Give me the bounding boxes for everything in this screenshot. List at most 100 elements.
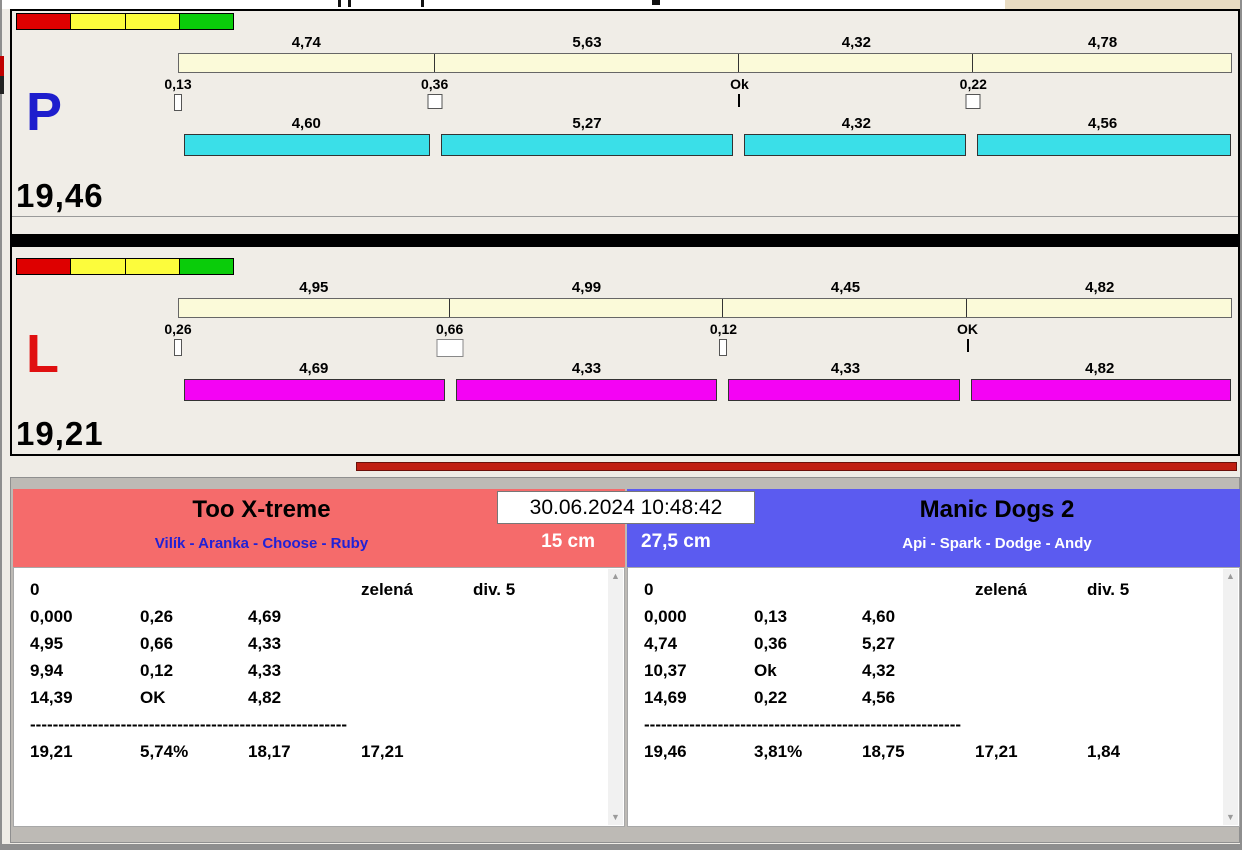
table-cell: ----------------------------------------…	[644, 715, 962, 734]
traffic-light-segment	[125, 14, 180, 29]
results-area: 0 zelená div. 5 0,000 0,26 4,69 4,95 0,66 4,33 9,…	[13, 567, 625, 827]
table-cell	[862, 576, 975, 603]
table-cell	[361, 684, 473, 711]
dog-names: Api - Spark - Dodge - Andy	[902, 535, 1092, 552]
table-cell	[975, 657, 1087, 684]
table-cell	[361, 657, 473, 684]
table-row: 9,94 0,12 4,33	[30, 657, 602, 684]
gap-time-label: OK	[957, 321, 979, 337]
table-cell: 4,69	[248, 607, 282, 626]
panel-divider	[10, 236, 1240, 245]
table-cell: 0,26	[140, 607, 174, 626]
table-cell: 18,17	[248, 742, 291, 761]
reference-bar-segment	[739, 54, 973, 72]
table-row: 19,46 3,81% 18,75 17,21 1,84	[644, 738, 1217, 765]
table-cell	[248, 576, 361, 603]
gap-time-label: 0,12	[709, 321, 738, 337]
team-name: Manic Dogs 2	[919, 496, 1075, 523]
gap-markers	[174, 94, 1232, 113]
team-panel-left: Too X-treme Vilík - Aranka - Choose - Ru…	[13, 489, 625, 835]
table-cell: 4,82	[248, 688, 282, 707]
jump-height-label: 27,5 cm	[641, 531, 711, 552]
gap-marker	[436, 339, 464, 357]
jump-height-label: 15 cm	[541, 531, 595, 552]
table-cell: 19,46	[644, 742, 687, 761]
course-letter: L	[26, 324, 59, 384]
table-cell: 17,21	[975, 742, 1018, 761]
scroll-up-icon[interactable]: ▲	[1226, 572, 1235, 581]
total-time: 19,46	[16, 177, 104, 214]
traffic-light-segment	[17, 14, 72, 29]
measured-bar-segment	[976, 134, 1232, 156]
gap-marker	[965, 94, 981, 109]
split-time-label: 5,63	[572, 34, 602, 51]
split-time-label: 4,32	[841, 34, 871, 51]
table-cell	[1087, 657, 1217, 684]
measured-split-labels: 4,60 5,27 4,32 4,56	[178, 115, 1232, 132]
course-panel-p: 4,74 5,63 4,32 4,78 0,13 0,36 Ok 0,22 4,…	[10, 9, 1240, 236]
table-cell: 1,84	[1087, 742, 1121, 761]
table-cell: 4,56	[862, 688, 896, 707]
table-cell: 0,12	[140, 661, 174, 680]
start-light-indicator	[16, 258, 234, 275]
table-cell: 5,74%	[140, 742, 189, 761]
gap-time-label: 0,13	[164, 76, 192, 92]
table-cell: 0	[644, 580, 654, 599]
table-cell: 4,32	[862, 661, 896, 680]
measured-bar-segment	[728, 379, 961, 401]
scrollbar[interactable]: ▲ ▼	[608, 569, 623, 825]
table-row: 4,95 0,66 4,33	[30, 630, 602, 657]
reference-bar-segment	[179, 54, 436, 72]
table-cell: 4,33	[248, 661, 282, 680]
timing-app-window: 4,74 5,63 4,32 4,78 0,13 0,36 Ok 0,22 4,…	[0, 0, 1242, 850]
table-cell: div. 5	[473, 580, 516, 599]
screen-edge-artifact	[0, 76, 4, 94]
table-row: 0 zelená div. 5	[30, 576, 602, 603]
table-row: 10,37 Ok 4,32	[644, 657, 1217, 684]
table-cell: zelená	[361, 580, 413, 599]
table-row: 4,74 0,36 5,27	[644, 630, 1217, 657]
top-edge-strip	[2, 0, 1240, 9]
table-cell	[473, 603, 602, 630]
table-cell: 17,21	[361, 742, 404, 761]
table-cell	[1087, 684, 1217, 711]
traffic-light-segment	[179, 259, 233, 274]
gap-marker	[738, 94, 741, 107]
table-cell: 14,39	[30, 688, 73, 707]
table-cell: 18,75	[862, 742, 905, 761]
split-time-label: 4,69	[299, 360, 329, 377]
reference-bar-segment	[973, 54, 1231, 72]
gap-time-label: 0,22	[959, 76, 987, 92]
reference-times-bar	[178, 298, 1232, 318]
scroll-down-icon[interactable]: ▼	[611, 813, 620, 822]
start-light-indicator	[16, 13, 234, 30]
edge-tick-mark	[348, 0, 351, 7]
scroll-up-icon[interactable]: ▲	[611, 572, 620, 581]
scrollbar[interactable]: ▲ ▼	[1223, 569, 1238, 825]
table-cell: 14,69	[644, 688, 687, 707]
measured-split-labels: 4,69 4,33 4,33 4,82	[178, 360, 1232, 377]
results-area: 0 zelená div. 5 0,000 0,13 4,60 4,74 0,36 5,27 10…	[627, 567, 1240, 827]
split-time-label: 4,33	[830, 360, 861, 377]
gap-time-label: 0,66	[435, 321, 464, 337]
course-panel-l: 4,95 4,99 4,45 4,82 0,26 0,66 0,12 OK 4,…	[10, 245, 1240, 456]
run-progress-strip	[10, 458, 1240, 475]
reference-bar-segment	[723, 299, 968, 317]
reference-bar-segment	[450, 299, 724, 317]
table-cell	[1087, 603, 1217, 630]
table-cell: 3,81%	[754, 742, 803, 761]
gap-time-label: 0,36	[421, 76, 449, 92]
reference-bar-segment	[179, 299, 451, 317]
datetime-display: 30.06.2024 10:48:42	[497, 491, 755, 524]
split-time-label: 4,56	[1088, 115, 1118, 132]
table-cell: 0,000	[30, 607, 73, 626]
reference-bar-segment	[435, 54, 740, 72]
team-name: Too X-treme	[192, 496, 331, 523]
gap-marker	[719, 339, 728, 356]
table-cell: zelená	[975, 580, 1027, 599]
split-time-label: 4,82	[1085, 360, 1115, 377]
scroll-down-icon[interactable]: ▼	[1226, 813, 1235, 822]
measured-bar-segment	[184, 379, 446, 401]
split-time-label: 4,82	[1085, 279, 1115, 296]
gap-marker	[427, 94, 443, 109]
